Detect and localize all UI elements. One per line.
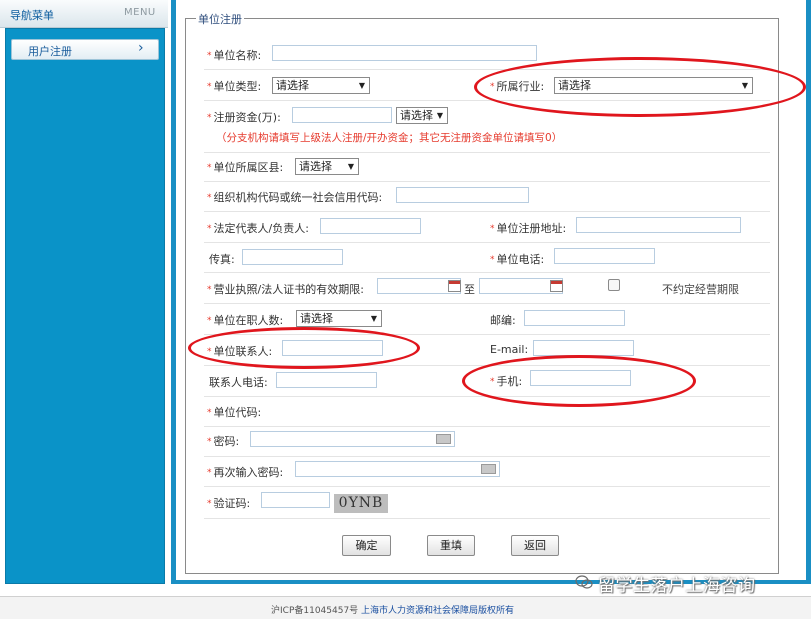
highlight-ellipse-mobile <box>462 355 696 407</box>
phone-label: * 单位电话: <box>490 253 545 266</box>
capital-input[interactable] <box>292 107 392 123</box>
divider <box>204 211 770 212</box>
sidebar-item-user-register[interactable]: 用户注册 › <box>11 39 159 60</box>
date-range-separator: 至 <box>464 283 475 296</box>
wechat-icon <box>575 575 593 589</box>
form-legend: 单位注册 <box>196 11 244 27</box>
license-period-label: * 营业执照/法人证书的有效期限: <box>207 283 364 296</box>
footer-icp: 沪ICP备11045457号 <box>271 606 359 616</box>
company-type-label: * 单位类型: <box>207 80 262 93</box>
reg-address-input[interactable] <box>576 217 741 233</box>
email-input[interactable] <box>533 340 634 356</box>
unlimited-period-checkbox[interactable] <box>608 279 620 291</box>
sidebar-header: 导航菜单 MENU <box>0 0 168 28</box>
calendar-icon[interactable] <box>448 280 461 292</box>
staff-count-select[interactable]: 请选择 ▼ <box>296 310 382 327</box>
captcha-label: * 验证码: <box>207 497 251 510</box>
confirm-button[interactable]: 确定 <box>342 535 391 556</box>
fax-input[interactable] <box>242 249 343 265</box>
sidebar-title: 导航菜单 <box>10 9 54 22</box>
keyboard-icon[interactable] <box>481 464 496 474</box>
sidebar: 导航菜单 MENU 用户注册 › <box>0 0 168 584</box>
captcha-input[interactable] <box>261 492 330 508</box>
divider <box>204 152 770 153</box>
divider <box>204 426 770 427</box>
reset-button[interactable]: 重填 <box>427 535 475 556</box>
unit-code-label: * 单位代码: <box>207 406 262 419</box>
sidebar-menu-label: MENU <box>124 7 156 18</box>
sidebar-item-label: 用户注册 <box>28 45 72 58</box>
calendar-icon[interactable] <box>550 280 563 292</box>
divider <box>204 272 770 273</box>
password-confirm-input[interactable] <box>295 461 500 477</box>
highlight-ellipse-contact <box>188 327 420 369</box>
captcha-image[interactable]: 0YNB <box>334 494 388 513</box>
capital-unit-select[interactable]: 请选择 ▼ <box>396 107 448 124</box>
footer-copyright-link[interactable]: 上海市人力资源和社会保障局版权所有 <box>361 603 514 616</box>
sidebar-panel <box>5 28 165 584</box>
divider <box>204 181 770 182</box>
postcode-input[interactable] <box>524 310 625 326</box>
fax-label: 传真: <box>209 253 235 266</box>
contact-phone-input[interactable] <box>276 372 377 388</box>
chevron-right-icon: › <box>138 40 144 56</box>
divider <box>204 486 770 487</box>
divider <box>204 456 770 457</box>
contact-phone-label: 联系人电话: <box>209 376 268 389</box>
company-name-label: * 单位名称: <box>207 49 262 62</box>
capital-label: * 注册资金(万): <box>207 111 281 124</box>
phone-input[interactable] <box>554 248 655 264</box>
password-input[interactable] <box>250 431 455 447</box>
email-label: E-mail: <box>490 343 529 356</box>
capital-note: （分支机构请填写上级法人注册/开办资金；其它无注册资金单位请填写0） <box>216 132 563 144</box>
unlimited-period-label: 不约定经营期限 <box>662 283 739 296</box>
keyboard-icon[interactable] <box>436 434 451 444</box>
org-code-label: * 组织机构代码或统一社会信用代码: <box>207 191 383 204</box>
reg-address-label: * 单位注册地址: <box>490 222 567 235</box>
watermark-text: 留学生落户上海咨询 <box>598 576 756 596</box>
divider <box>204 242 770 243</box>
password-label: * 密码: <box>207 435 240 448</box>
divider <box>204 303 770 304</box>
staff-count-label: * 单位在职人数: <box>207 314 284 327</box>
legal-rep-label: * 法定代表人/负责人: <box>207 222 309 235</box>
password-confirm-label: * 再次输入密码: <box>207 466 284 479</box>
org-code-input[interactable] <box>396 187 529 203</box>
company-name-input[interactable] <box>272 45 537 61</box>
district-select[interactable]: 请选择 ▼ <box>295 158 359 175</box>
postcode-label: 邮编: <box>490 314 516 327</box>
highlight-ellipse-industry <box>474 57 806 117</box>
company-type-select[interactable]: 请选择 ▼ <box>272 77 370 94</box>
back-button[interactable]: 返回 <box>511 535 559 556</box>
divider <box>204 518 770 519</box>
legal-rep-input[interactable] <box>320 218 421 234</box>
district-label: * 单位所属区县: <box>207 161 284 174</box>
